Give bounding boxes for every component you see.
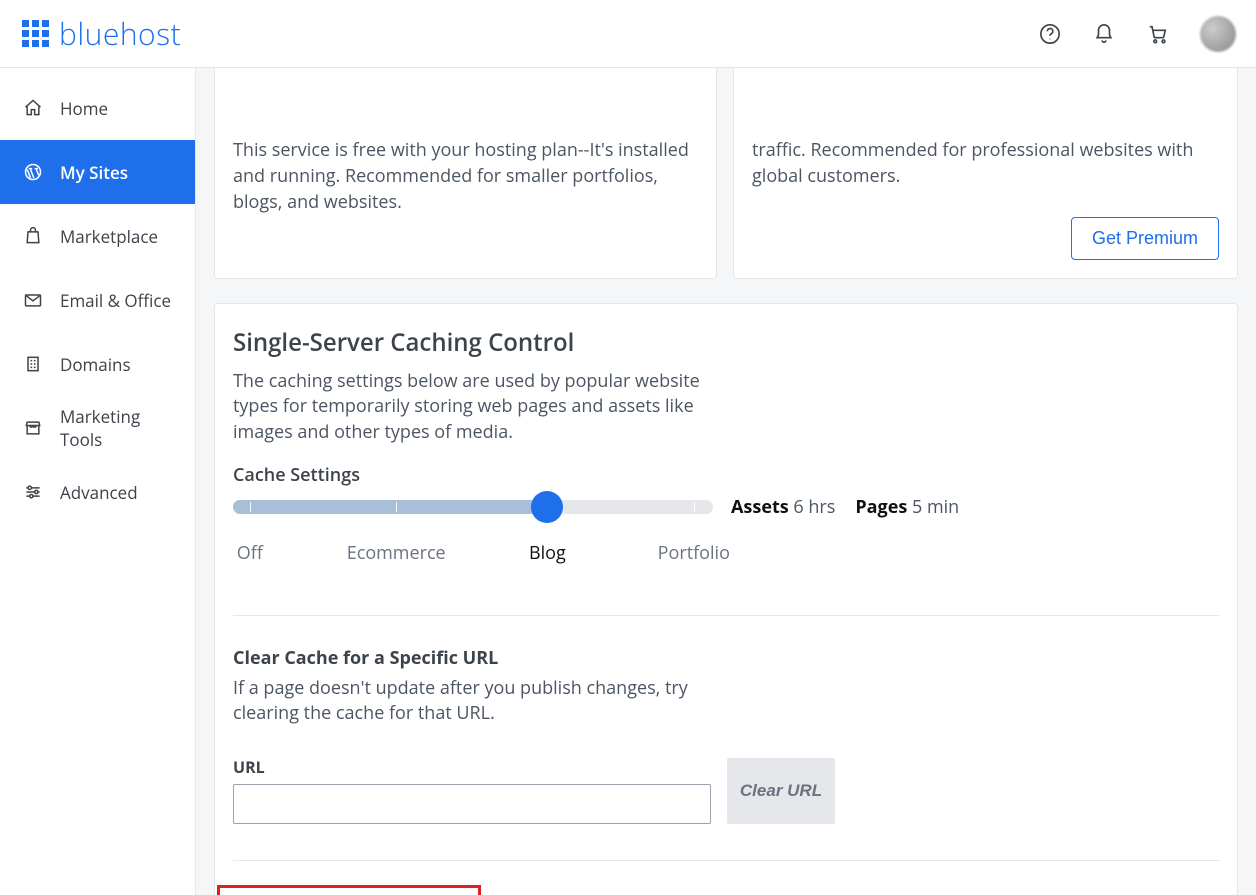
cart-icon[interactable] bbox=[1146, 22, 1170, 46]
info-card-free-service: This service is free with your hosting p… bbox=[214, 68, 717, 279]
brand-grid-icon bbox=[22, 20, 49, 47]
building-icon bbox=[22, 353, 44, 375]
card-body-text: This service is free with your hosting p… bbox=[233, 68, 700, 215]
clear-url-button[interactable]: Clear URL bbox=[727, 758, 835, 824]
divider bbox=[233, 615, 1219, 616]
slider-option-blog: Blog bbox=[529, 541, 566, 565]
clear-entire-left: Clear Cache for Entire Site Clear all as… bbox=[233, 885, 703, 895]
wordpress-icon bbox=[22, 161, 44, 183]
sidebar-item-domains[interactable]: Domains bbox=[0, 332, 195, 396]
cache-slider[interactable] bbox=[233, 495, 713, 519]
sidebar: Home My Sites Marketplace Email & Office… bbox=[0, 68, 196, 895]
brand[interactable]: bluehost bbox=[22, 13, 181, 54]
bag-icon bbox=[22, 225, 44, 247]
url-input-label: URL bbox=[233, 756, 1219, 778]
brand-word: bluehost bbox=[59, 13, 181, 54]
store-icon bbox=[22, 417, 44, 439]
sidebar-item-marketplace[interactable]: Marketplace bbox=[0, 204, 195, 268]
clear-url-title: Clear Cache for a Specific URL bbox=[233, 646, 1219, 670]
slider-track-fill bbox=[233, 500, 547, 514]
cache-slider-row: Assets 6 hrs Pages 5 min bbox=[233, 495, 1219, 519]
slider-option-off: Off bbox=[237, 541, 263, 565]
slider-track-bg bbox=[233, 500, 713, 514]
card-body-text: traffic. Recommended for professional we… bbox=[752, 68, 1219, 189]
top-cards-row: This service is free with your hosting p… bbox=[214, 68, 1238, 279]
avatar[interactable] bbox=[1200, 16, 1236, 52]
sliders-icon bbox=[22, 481, 44, 503]
sidebar-item-home[interactable]: Home bbox=[0, 76, 195, 140]
caching-card: Single-Server Caching Control The cachin… bbox=[214, 303, 1238, 895]
mail-icon bbox=[22, 289, 44, 311]
clear-url-body: If a page doesn't update after you publi… bbox=[233, 676, 703, 726]
clear-entire-row: Clear Cache for Entire Site Clear all as… bbox=[233, 885, 1219, 895]
header-actions bbox=[1038, 16, 1236, 52]
sidebar-item-label: My Sites bbox=[60, 161, 128, 184]
section-body: The caching settings below are used by p… bbox=[233, 369, 703, 445]
section-title: Single-Server Caching Control bbox=[233, 326, 1219, 359]
slider-option-labels: Off Ecommerce Blog Portfolio bbox=[233, 541, 713, 567]
highlight-box: Clear Cache for Entire Site bbox=[217, 885, 481, 895]
divider bbox=[233, 860, 1219, 861]
sidebar-item-label: Email & Office bbox=[60, 289, 171, 312]
sidebar-item-my-sites[interactable]: My Sites bbox=[0, 140, 195, 204]
url-input-row: Clear URL bbox=[233, 784, 1219, 824]
slider-thumb[interactable] bbox=[531, 491, 563, 523]
sidebar-item-label: Marketplace bbox=[60, 225, 158, 248]
bell-icon[interactable] bbox=[1092, 22, 1116, 46]
slider-option-ecommerce: Ecommerce bbox=[347, 541, 446, 565]
url-input[interactable] bbox=[233, 784, 711, 824]
slider-option-portfolio: Portfolio bbox=[658, 541, 730, 565]
main-content: This service is free with your hosting p… bbox=[196, 68, 1256, 895]
cache-settings-label: Cache Settings bbox=[233, 463, 1219, 487]
home-icon bbox=[22, 97, 44, 119]
slider-meta: Assets 6 hrs Pages 5 min bbox=[731, 495, 959, 519]
sidebar-item-email-office[interactable]: Email & Office bbox=[0, 268, 195, 332]
help-icon[interactable] bbox=[1038, 22, 1062, 46]
sidebar-item-marketing-tools[interactable]: Marketing Tools bbox=[0, 396, 195, 460]
sidebar-item-label: Home bbox=[60, 97, 108, 120]
sidebar-item-label: Domains bbox=[60, 353, 131, 376]
info-card-premium: traffic. Recommended for professional we… bbox=[733, 68, 1238, 279]
header: bluehost bbox=[0, 0, 1256, 68]
get-premium-button[interactable]: Get Premium bbox=[1071, 217, 1219, 260]
sidebar-item-advanced[interactable]: Advanced bbox=[0, 460, 195, 524]
sidebar-item-label: Marketing Tools bbox=[60, 405, 173, 451]
sidebar-item-label: Advanced bbox=[60, 481, 138, 504]
